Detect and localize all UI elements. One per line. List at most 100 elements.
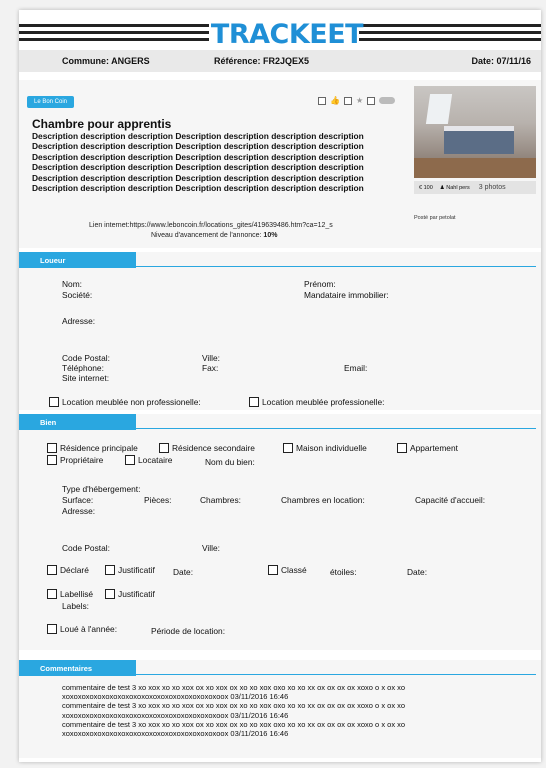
favorite-checkbox[interactable] <box>343 96 352 105</box>
checkbox-icon[interactable] <box>47 565 57 575</box>
owner-name: Nahl pers <box>446 184 470 191</box>
email-field[interactable]: Email: <box>344 363 367 373</box>
fax-field[interactable]: Fax: <box>202 363 218 373</box>
bien-ville-field[interactable]: Ville: <box>202 543 220 553</box>
checkbox-icon[interactable] <box>47 443 57 453</box>
checkbox-icon[interactable] <box>397 443 407 453</box>
report-sheet: TRACKEET Commune: ANGERS Référence: FR2J… <box>19 10 541 762</box>
checkbox-label: Déclaré <box>60 565 89 575</box>
labellise-checkbox[interactable]: Labellisé <box>47 589 93 599</box>
checkbox-label: Justificatif <box>118 589 155 599</box>
code-postal-field[interactable]: Code Postal: <box>62 353 110 363</box>
loc-pro-checkbox[interactable]: Location meublée professionelle: <box>249 397 384 407</box>
justificatif-checkbox[interactable]: Justificatif <box>105 565 155 575</box>
annonce-block: Le Bon Coin 👍 ★ Chambre pour apprentis D… <box>19 80 541 248</box>
checkbox-label: Appartement <box>410 443 458 453</box>
societe-field[interactable]: Société: <box>62 290 92 300</box>
level-value: 10% <box>263 232 278 239</box>
trackeet-logo: TRACKEET <box>209 18 364 50</box>
select-checkbox[interactable] <box>318 96 326 105</box>
checkbox-icon[interactable] <box>125 455 135 465</box>
date-label: Date: 07/11/16 <box>471 56 531 66</box>
star-icon[interactable]: ★ <box>356 96 363 105</box>
annonce-actions: 👍 ★ <box>318 96 396 105</box>
checkbox-icon[interactable] <box>47 589 57 599</box>
classe-checkbox[interactable]: Classé <box>268 565 307 575</box>
logo-text: TRACKEET <box>210 18 364 50</box>
checkbox-icon[interactable] <box>47 624 57 634</box>
declare-date-field[interactable]: Date: <box>173 567 193 577</box>
section-title-loueur: Loueur <box>19 252 536 268</box>
declare-checkbox[interactable]: Déclaré <box>47 565 89 575</box>
comment-line: commentaire de test 3 xo xox xo xo xox o… <box>62 701 406 711</box>
chambres-field[interactable]: Chambres: <box>200 495 241 505</box>
section-title-bien: Bien <box>19 414 536 430</box>
pieces-field[interactable]: Pièces: <box>144 495 171 505</box>
checkbox-label: Loué à l'année: <box>60 624 118 634</box>
locataire-checkbox[interactable]: Locataire <box>125 455 172 465</box>
classe-date-field[interactable]: Date: <box>407 567 427 577</box>
description-line: Description description description Desc… <box>32 172 364 183</box>
annonce-link[interactable]: Lien internet:https://www.leboncoin.fr/l… <box>89 222 333 229</box>
checkbox-icon[interactable] <box>49 397 59 407</box>
adresse-field[interactable]: Adresse: <box>62 316 95 326</box>
checkbox-label: Location meublée non professionelle: <box>62 397 201 407</box>
prenom-field[interactable]: Prénom: <box>304 279 336 289</box>
appartement-checkbox[interactable]: Appartement <box>397 443 458 453</box>
checkbox-icon[interactable] <box>105 565 115 575</box>
source-badge[interactable]: Le Bon Coin <box>27 96 75 108</box>
loue-annee-checkbox[interactable]: Loué à l'année: <box>47 624 117 634</box>
residence-secondaire-checkbox[interactable]: Résidence secondaire <box>159 443 255 453</box>
ville-field[interactable]: Ville: <box>202 353 220 363</box>
loc-non-pro-checkbox[interactable]: Location meublée non professionelle: <box>49 397 201 407</box>
residence-principale-checkbox[interactable]: Résidence principale <box>47 443 138 453</box>
description-line: Description description description Desc… <box>32 141 364 152</box>
annonce-description: Description description description Desc… <box>32 131 412 193</box>
nom-field[interactable]: Nom: <box>62 279 82 289</box>
justificatif2-checkbox[interactable]: Justificatif <box>105 589 155 599</box>
logo-grid-icon <box>205 23 207 45</box>
nom-bien-field[interactable]: Nom du bien: <box>205 457 255 467</box>
comment-line: commentaire de test 3 xo xox xo xo xox o… <box>62 683 406 692</box>
checkbox-icon[interactable] <box>105 589 115 599</box>
mandataire-field[interactable]: Mandataire immobilier: <box>304 290 389 300</box>
bien-code-postal-field[interactable]: Code Postal: <box>62 543 110 553</box>
checkbox-icon[interactable] <box>283 443 293 453</box>
checkbox-icon[interactable] <box>268 565 278 575</box>
chambres-location-field[interactable]: Chambres en location: <box>281 495 365 505</box>
comment-line: xoxoxoxoxoxoxoxoxoxoxoxoxoxoxoxoxoxoxoxo… <box>62 692 289 702</box>
surface-field[interactable]: Surface: <box>62 495 93 505</box>
checkbox-label: Maison individuelle <box>296 443 367 453</box>
price-label: € 100 <box>419 184 433 191</box>
checkbox-label: Résidence secondaire <box>172 443 255 453</box>
annonce-photo[interactable] <box>414 86 536 178</box>
labels-field[interactable]: Labels: <box>62 601 89 611</box>
site-field[interactable]: Site internet: <box>62 373 109 383</box>
capacite-field[interactable]: Capacité d'accueil: <box>415 495 485 505</box>
maison-checkbox[interactable]: Maison individuelle <box>283 443 367 453</box>
checkbox-label: Locataire <box>138 455 173 465</box>
checkbox-label: Location meublée professionelle: <box>262 397 385 407</box>
description-line: Description description description Desc… <box>32 151 364 162</box>
hide-checkbox[interactable] <box>367 96 376 105</box>
thumb-up-icon[interactable]: 👍 <box>330 96 340 105</box>
reference-label: Référence: FR2JQEX5 <box>214 56 310 66</box>
bien-adresse-field[interactable]: Adresse: <box>62 506 95 516</box>
description-line: Description description description Desc… <box>32 183 364 194</box>
comment-line: xoxoxoxoxoxoxoxoxoxoxoxoxoxoxoxoxoxoxoxo… <box>62 729 289 739</box>
photos-count[interactable]: 3 photos <box>479 184 506 191</box>
etoiles-field[interactable]: étoiles: <box>330 567 357 577</box>
periode-location-field[interactable]: Période de location: <box>151 626 225 636</box>
level-label: Niveau d'avancement de l'annonce: <box>151 232 262 239</box>
section-loueur: Loueur Nom: Prénom: Société: Mandataire … <box>19 252 541 410</box>
proprietaire-checkbox[interactable]: Propriétaire <box>47 455 103 465</box>
checkbox-label: Labellisé <box>60 589 94 599</box>
checkbox-icon[interactable] <box>159 443 169 453</box>
checkbox-icon[interactable] <box>47 455 57 465</box>
type-hebergement-field[interactable]: Type d'hébergement: <box>62 484 140 494</box>
comment-line: xoxoxoxoxoxoxoxoxoxoxoxoxoxoxoxoxoxoxoxo… <box>62 710 289 720</box>
comment-list: commentaire de test 3 xo xox xo xo xox o… <box>62 683 522 738</box>
telephone-field[interactable]: Téléphone: <box>62 363 104 373</box>
toggle-icon[interactable] <box>379 97 396 104</box>
checkbox-icon[interactable] <box>249 397 259 407</box>
